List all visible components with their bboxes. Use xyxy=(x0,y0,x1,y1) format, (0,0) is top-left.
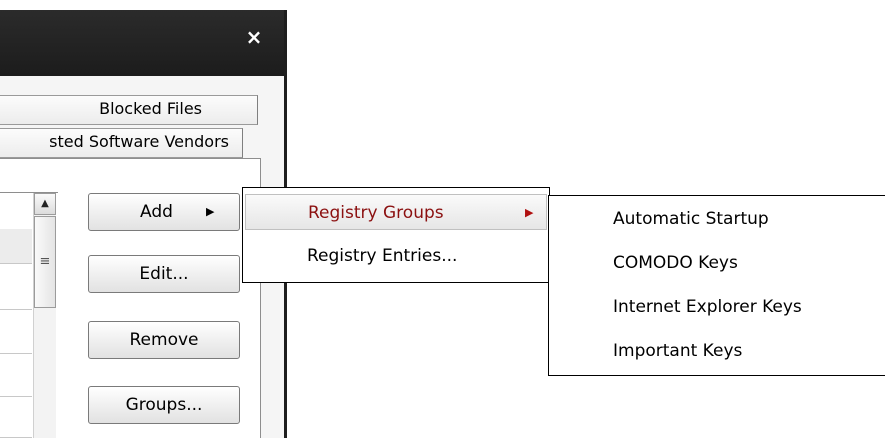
menu-item-internet-explorer-keys[interactable]: Internet Explorer Keys xyxy=(549,287,885,327)
scroll-up-icon[interactable]: ▲ xyxy=(34,193,56,215)
list-row-divider xyxy=(0,309,32,310)
menu-item-comodo-keys[interactable]: COMODO Keys xyxy=(549,243,885,283)
title-bar xyxy=(0,10,284,76)
scroll-thumb[interactable]: ≡ xyxy=(34,216,56,308)
tab-trusted-software-vendors[interactable]: sted Software Vendors xyxy=(0,128,243,158)
add-context-menu: Registry Groups ▶ Registry Entries... xyxy=(242,187,550,283)
remove-button[interactable]: Remove xyxy=(88,321,240,359)
screen: × Blocked Files sted Software Vendors ▲ … xyxy=(0,0,885,438)
groups-button[interactable]: Groups... xyxy=(88,386,240,424)
menu-item-automatic-startup[interactable]: Automatic Startup xyxy=(549,199,885,239)
menu-item-registry-groups[interactable]: Registry Groups ▶ xyxy=(245,194,547,230)
list-scrollbar[interactable]: ▲ ≡ xyxy=(33,193,56,438)
menu-item-label: Registry Groups xyxy=(308,203,444,223)
list-header xyxy=(0,229,32,264)
close-icon[interactable]: × xyxy=(243,26,265,48)
edit-button[interactable]: Edit... xyxy=(88,255,240,293)
registry-groups-submenu: Automatic Startup COMODO Keys Internet E… xyxy=(548,195,885,376)
submenu-arrow-icon: ▶ xyxy=(206,205,215,218)
tab-blocked-files[interactable]: Blocked Files xyxy=(0,95,258,125)
submenu-arrow-icon: ▶ xyxy=(525,206,534,219)
add-button-label: Add xyxy=(140,202,173,222)
add-button[interactable]: Add ▶ xyxy=(88,193,240,231)
list-row-divider xyxy=(0,396,32,397)
list-row-divider xyxy=(0,353,32,354)
menu-item-registry-entries[interactable]: Registry Entries... xyxy=(243,243,549,273)
menu-item-important-keys[interactable]: Important Keys xyxy=(549,331,885,371)
